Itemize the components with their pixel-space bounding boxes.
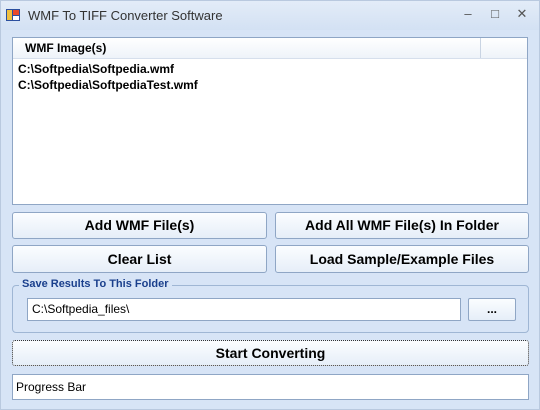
progress-bar: Progress Bar	[12, 374, 529, 400]
browse-folder-button[interactable]: ...	[468, 298, 516, 321]
output-folder-group: Save Results To This Folder C:\Softpedia…	[12, 278, 529, 333]
output-folder-label: Save Results To This Folder	[19, 278, 172, 290]
list-item[interactable]: C:\Softpedia\Softpedia.wmf	[18, 61, 198, 77]
list-rows: C:\Softpedia\Softpedia.wmf C:\Softpedia\…	[18, 61, 198, 93]
file-list[interactable]: WMF Image(s) C:\Softpedia\Softpedia.wmf …	[12, 37, 528, 205]
add-files-button[interactable]: Add WMF File(s)	[12, 212, 267, 239]
title-bar[interactable]: WMF To TIFF Converter Software – □ ✕	[1, 1, 539, 30]
main-window: WMF To TIFF Converter Software – □ ✕ WMF…	[0, 0, 540, 410]
start-converting-button[interactable]: Start Converting	[12, 340, 529, 366]
list-item[interactable]: C:\Softpedia\SoftpediaTest.wmf	[18, 77, 198, 93]
output-folder-input[interactable]: C:\Softpedia_files\	[27, 298, 461, 321]
app-icon	[6, 9, 20, 21]
clear-list-button[interactable]: Clear List	[12, 245, 267, 273]
column-header-wmf-images[interactable]: WMF Image(s)	[13, 38, 481, 58]
close-button[interactable]: ✕	[513, 6, 531, 22]
window-title: WMF To TIFF Converter Software	[28, 8, 223, 23]
add-all-in-folder-button[interactable]: Add All WMF File(s) In Folder	[275, 212, 529, 239]
minimize-button[interactable]: –	[459, 6, 477, 22]
maximize-button[interactable]: □	[486, 6, 504, 22]
load-sample-files-button[interactable]: Load Sample/Example Files	[275, 245, 529, 273]
progress-label: Progress Bar	[16, 380, 87, 394]
list-header: WMF Image(s)	[13, 38, 527, 59]
